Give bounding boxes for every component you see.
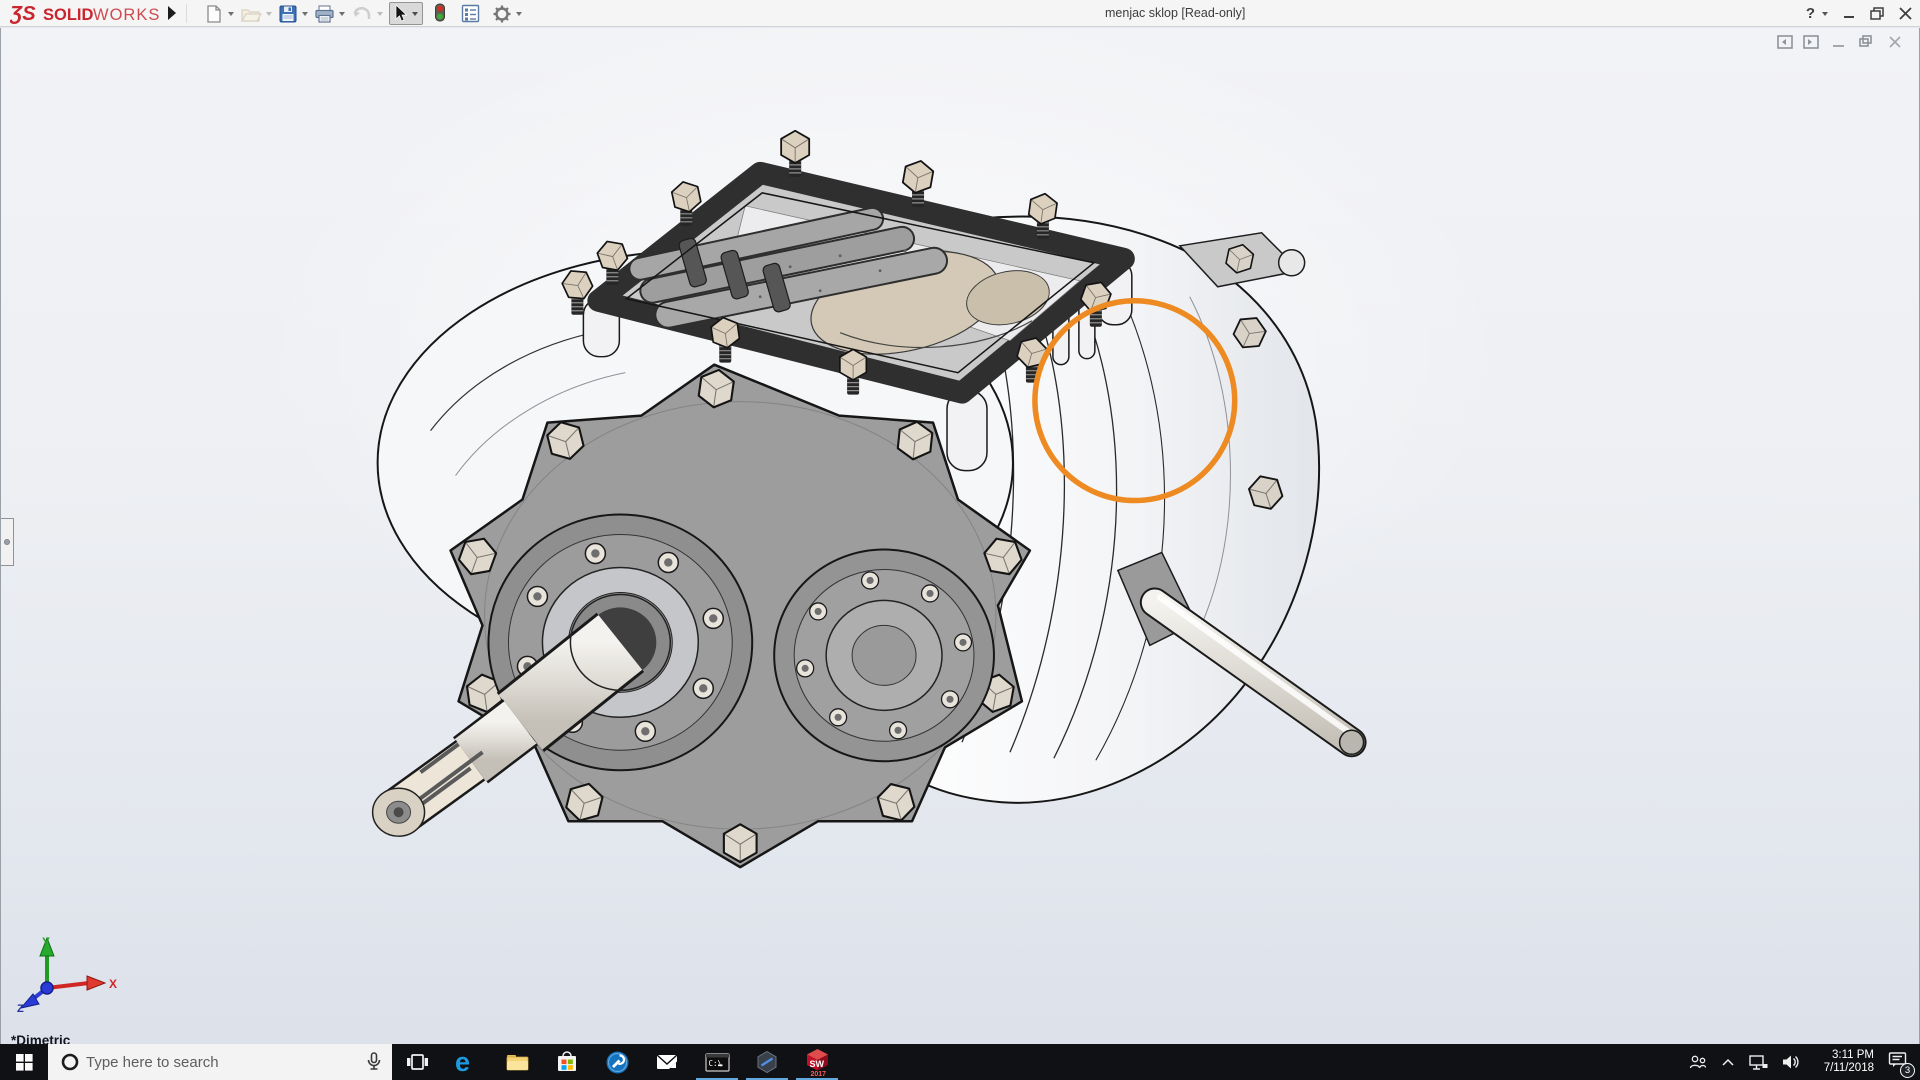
new-document-icon xyxy=(204,4,224,24)
logo-solid: SOLID xyxy=(43,6,94,24)
reference-triad: Y X Z xyxy=(9,932,129,1012)
task-view-icon xyxy=(405,1050,429,1074)
mail-icon xyxy=(655,1050,679,1074)
hexagon-app-icon xyxy=(755,1050,779,1074)
tray-date: 7/11/2018 xyxy=(1814,1062,1874,1075)
task-view-button[interactable] xyxy=(392,1044,442,1080)
undo-button[interactable] xyxy=(351,4,383,24)
solidworks-2017-button[interactable]: SW 2017 xyxy=(792,1044,842,1080)
new-dropdown-caret[interactable] xyxy=(228,12,234,16)
network-icon[interactable] xyxy=(1749,1054,1768,1071)
solidworks-app-icon: SW 2017 xyxy=(804,1047,831,1077)
restore-doc-icon xyxy=(1860,36,1871,46)
help-button[interactable]: ? xyxy=(1806,5,1815,22)
hexagon-app-button[interactable] xyxy=(742,1044,792,1080)
close-doc-icon xyxy=(1890,37,1900,47)
gearbox-model xyxy=(1,28,1919,1044)
triad-z-label: Z xyxy=(17,1003,24,1012)
command-prompt-button[interactable]: C:\ xyxy=(692,1044,742,1080)
toolbar-divider xyxy=(186,4,187,23)
open-dropdown-caret[interactable] xyxy=(266,12,272,16)
system-tray: 3:11 PM 7/11/2018 3 xyxy=(1689,1044,1920,1080)
logo-mark: ƷS xyxy=(10,3,36,25)
new-document-button[interactable] xyxy=(204,4,234,24)
save-dropdown-caret[interactable] xyxy=(302,12,308,16)
file-properties-icon xyxy=(461,4,480,23)
notification-badge: 3 xyxy=(1900,1063,1915,1078)
feature-panel-collapsed-tab[interactable] xyxy=(1,518,14,566)
select-tool-button[interactable] xyxy=(389,2,423,25)
edge-button[interactable]: e xyxy=(442,1044,492,1080)
svg-text:SW: SW xyxy=(809,1059,824,1069)
save-button[interactable] xyxy=(278,4,308,24)
tray-clock[interactable]: 3:11 PM 7/11/2018 xyxy=(1814,1049,1874,1075)
cortana-icon xyxy=(61,1053,79,1071)
triad-y-label: Y xyxy=(42,935,50,949)
select-dropdown-caret[interactable] xyxy=(412,12,418,16)
mail-button[interactable] xyxy=(642,1044,692,1080)
document-title: menjac sklop [Read-only] xyxy=(1105,6,1245,20)
minimize-button[interactable] xyxy=(1843,8,1855,20)
taskbar-app-icons: e xyxy=(392,1044,842,1080)
microphone-icon[interactable] xyxy=(366,1052,382,1072)
restore-button[interactable] xyxy=(1870,7,1884,20)
windows-logo-icon xyxy=(16,1054,33,1071)
file-properties-button[interactable] xyxy=(461,4,480,23)
command-prompt-icon: C:\ xyxy=(705,1050,730,1074)
start-button[interactable] xyxy=(0,1044,48,1080)
help-dropdown-caret[interactable] xyxy=(1822,12,1828,16)
file-explorer-button[interactable] xyxy=(492,1044,542,1080)
menu-flyout-arrow[interactable] xyxy=(168,6,176,20)
document-window-controls[interactable] xyxy=(1777,34,1905,50)
file-explorer-icon xyxy=(505,1050,530,1074)
triad-x-label: X xyxy=(109,977,117,991)
undo-icon xyxy=(351,4,373,24)
edge-icon: e xyxy=(454,1048,480,1076)
quick-toolbar xyxy=(204,0,528,27)
options-button[interactable] xyxy=(492,4,522,24)
settings-wrench-button[interactable] xyxy=(592,1044,642,1080)
undo-dropdown-caret[interactable] xyxy=(377,12,383,16)
tray-chevron-icon[interactable] xyxy=(1721,1057,1735,1067)
tray-time: 3:11 PM xyxy=(1814,1049,1874,1062)
options-gear-icon xyxy=(492,4,512,24)
open-button[interactable] xyxy=(240,4,272,24)
volume-icon[interactable] xyxy=(1782,1053,1800,1071)
svg-text:e: e xyxy=(455,1048,470,1076)
solidworks-logo: ƷS SOLID WORKS xyxy=(10,1,185,27)
svg-text:C:\: C:\ xyxy=(708,1059,722,1068)
graphics-area[interactable]: Y X Z *Dimetric xyxy=(0,28,1920,1044)
action-center-button[interactable]: 3 xyxy=(1888,1051,1908,1074)
print-icon xyxy=(314,4,335,24)
select-arrow-icon xyxy=(394,5,408,22)
wrench-circle-icon xyxy=(605,1050,630,1075)
close-button[interactable] xyxy=(1899,7,1912,20)
rebuild-traffic-light-icon xyxy=(433,3,447,24)
title-bar: ƷS SOLID WORKS xyxy=(0,0,1920,27)
logo-works: WORKS xyxy=(93,6,160,24)
options-dropdown-caret[interactable] xyxy=(516,12,522,16)
print-button[interactable] xyxy=(314,4,345,24)
windows-taskbar: e xyxy=(0,1044,1920,1080)
rebuild-button[interactable] xyxy=(433,3,447,24)
taskbar-search[interactable] xyxy=(48,1044,392,1080)
print-dropdown-caret[interactable] xyxy=(339,12,345,16)
store-icon xyxy=(555,1049,579,1075)
open-icon xyxy=(240,4,262,24)
svg-text:2017: 2017 xyxy=(810,1071,826,1077)
store-button[interactable] xyxy=(542,1044,592,1080)
people-icon[interactable] xyxy=(1689,1054,1707,1070)
search-input[interactable] xyxy=(86,1044,356,1080)
secondary-bearing-cover xyxy=(774,549,994,761)
save-icon xyxy=(278,4,298,24)
